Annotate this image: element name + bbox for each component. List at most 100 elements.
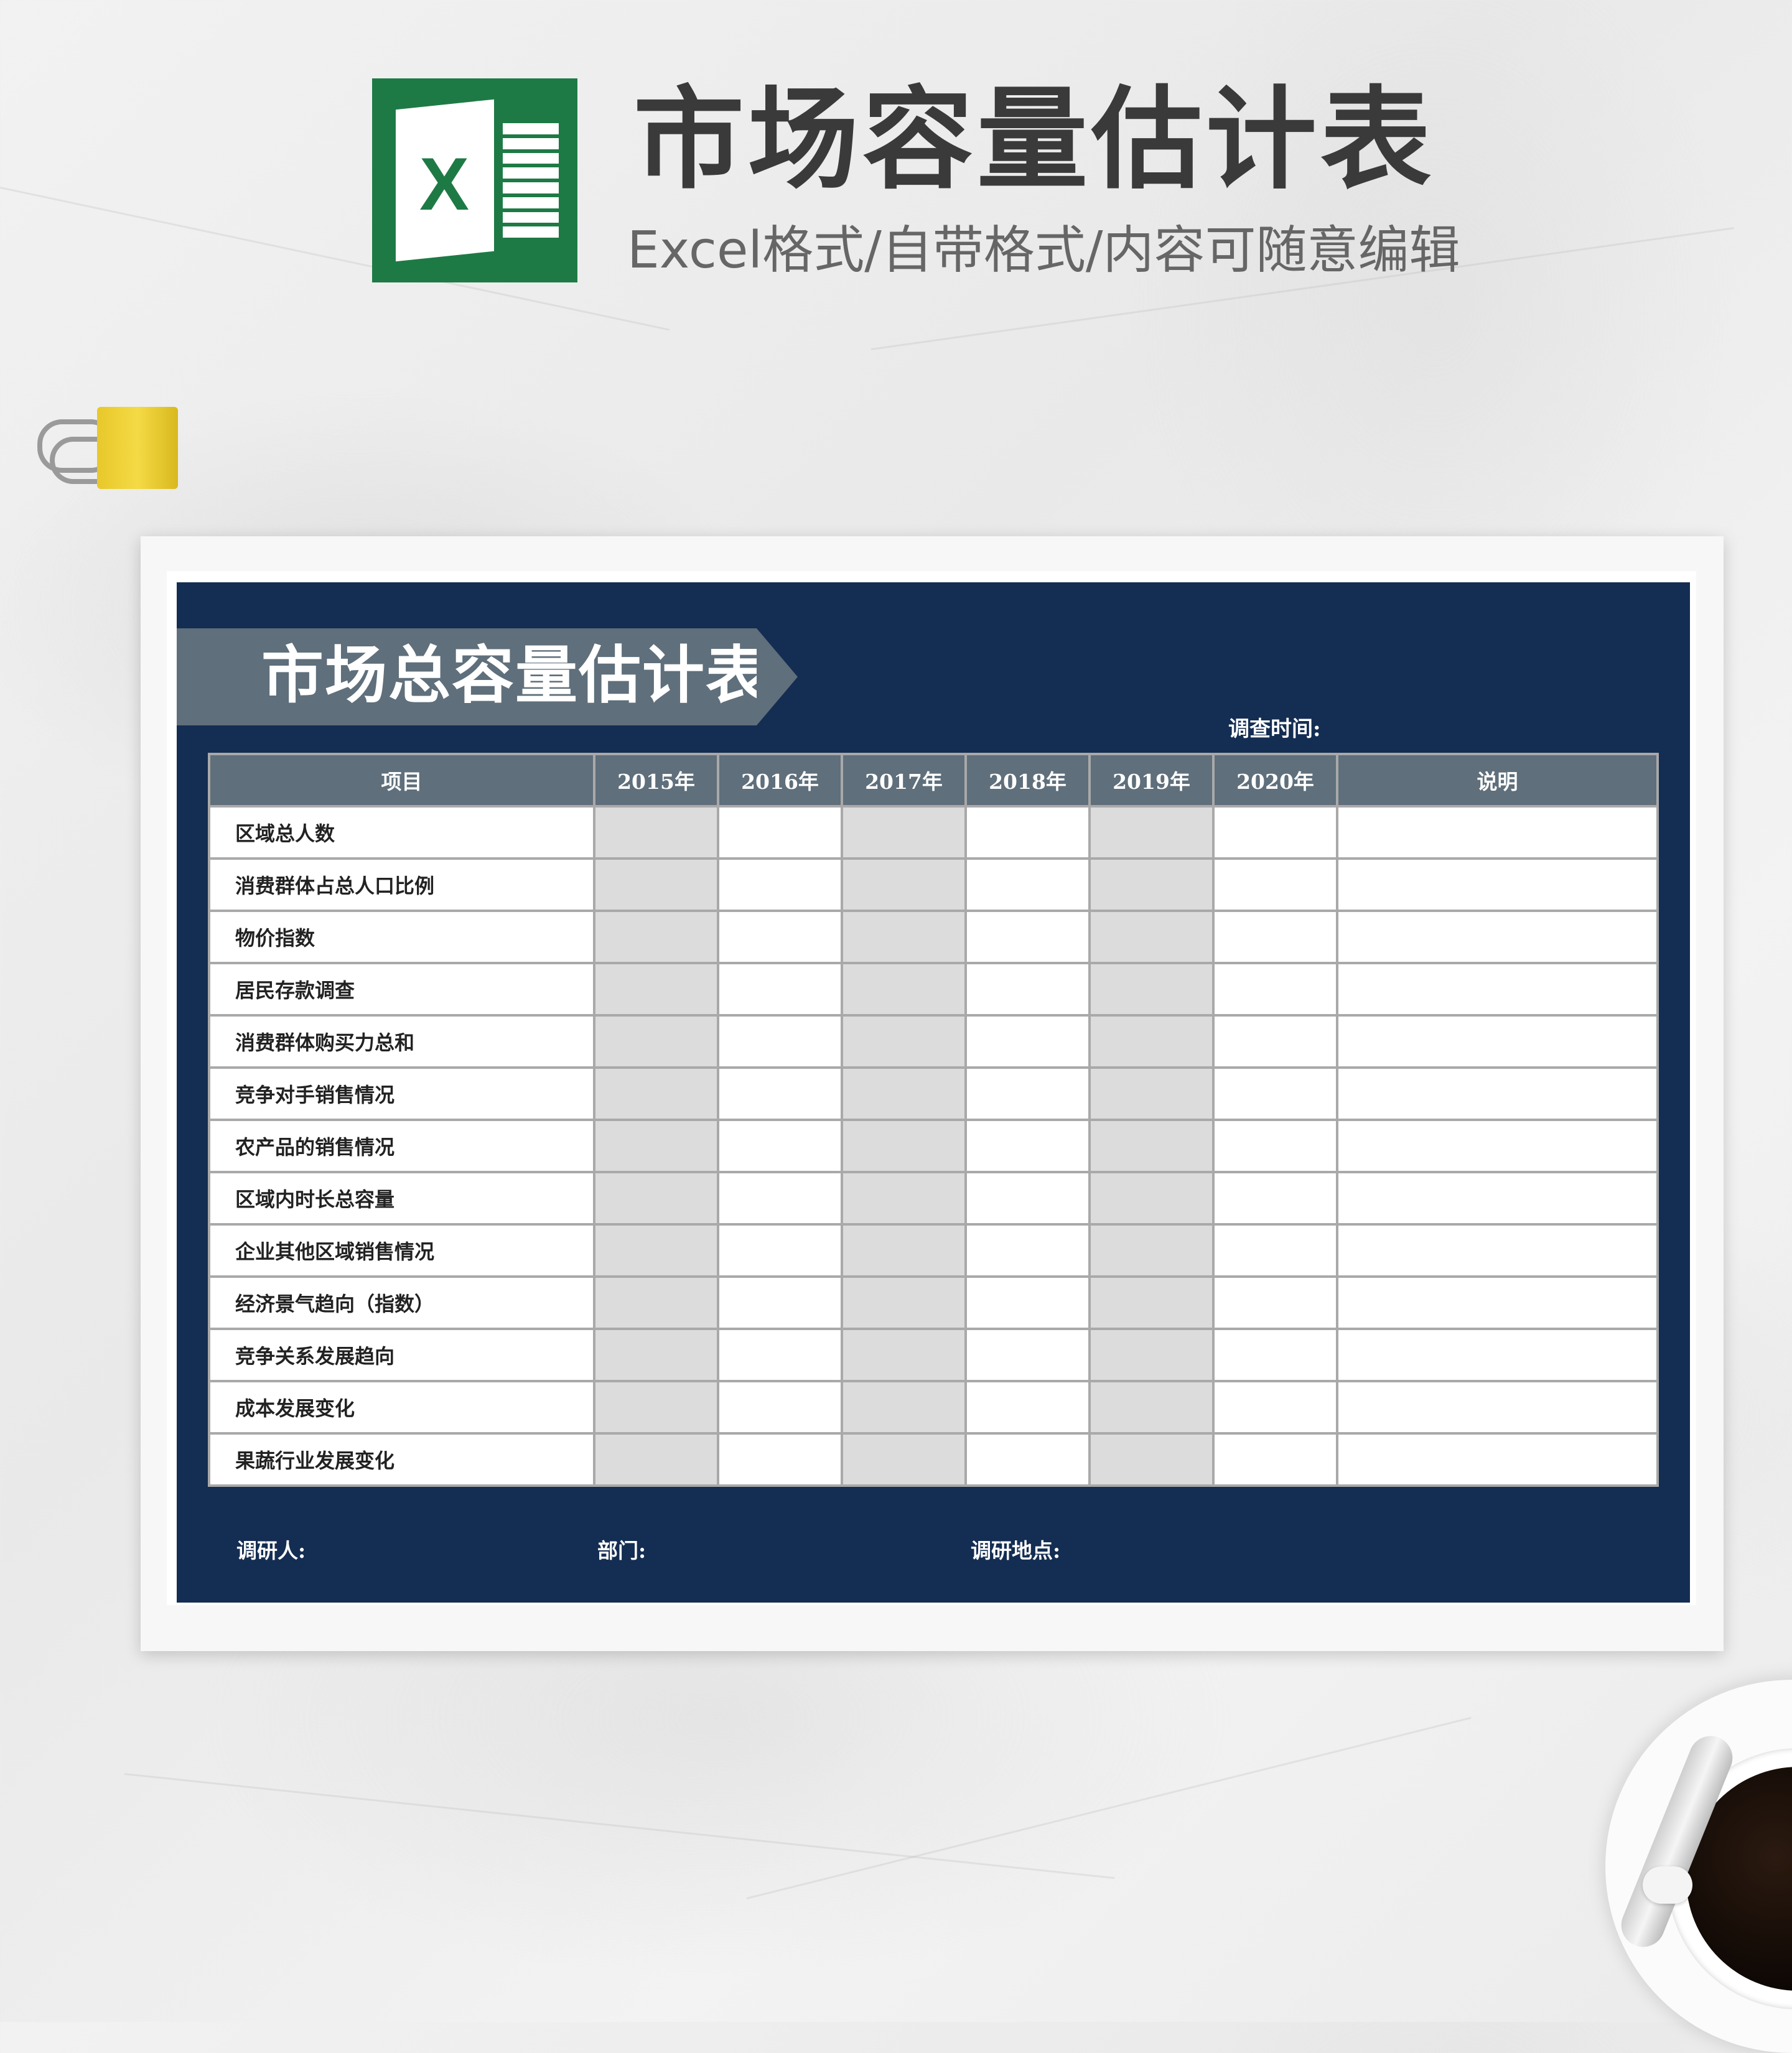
table-cell[interactable] [593,1328,719,1382]
column-header-note: 说明 [1336,753,1659,808]
table-cell[interactable] [841,857,967,912]
table-cell[interactable] [593,805,719,860]
table-row: 物价指数 [208,910,1659,964]
table-cell[interactable] [1088,1223,1215,1278]
table-cell[interactable] [1336,1119,1659,1173]
table-cell[interactable] [1212,805,1338,860]
table-cell[interactable] [593,962,719,1017]
table-cell[interactable] [964,1328,1091,1382]
table-cell[interactable] [964,1223,1091,1278]
table-cell[interactable] [1336,1432,1659,1487]
binder-clip-icon [37,404,178,491]
table-cell[interactable] [964,1171,1091,1226]
table-cell[interactable] [1088,857,1215,912]
table-cell[interactable] [1336,1275,1659,1330]
row-label: 区域总人数 [208,805,595,860]
table-cell[interactable] [841,1380,967,1435]
table-cell[interactable] [964,1432,1091,1487]
table-cell[interactable] [1336,1014,1659,1069]
table-cell[interactable] [841,1014,967,1069]
table-cell[interactable] [593,1014,719,1069]
table-cell[interactable] [1212,1014,1338,1069]
table-cell[interactable] [1336,962,1659,1017]
table-cell[interactable] [717,1275,843,1330]
table-cell[interactable] [1212,1066,1338,1121]
table-cell[interactable] [841,1223,967,1278]
table-cell[interactable] [1088,1380,1215,1435]
table-cell[interactable] [841,1275,967,1330]
table-row: 居民存款调查 [208,962,1659,1017]
table-cell[interactable] [841,805,967,860]
table-cell[interactable] [1088,1432,1215,1487]
table-cell[interactable] [593,1432,719,1487]
table-cell[interactable] [1336,857,1659,912]
table-cell[interactable] [964,805,1091,860]
table-cell[interactable] [841,910,967,964]
table-cell[interactable] [1336,1223,1659,1278]
table-cell[interactable] [964,1380,1091,1435]
table-cell[interactable] [1212,1275,1338,1330]
table-cell[interactable] [1088,1119,1215,1173]
table-cell[interactable] [1336,910,1659,964]
table-cell[interactable] [717,1223,843,1278]
table-cell[interactable] [841,1119,967,1173]
table-cell[interactable] [717,857,843,912]
table-cell[interactable] [1212,1119,1338,1173]
row-label: 成本发展变化 [208,1380,595,1435]
table-cell[interactable] [1212,1380,1338,1435]
sheet-title-banner: 市场总容量估计表 [177,628,798,725]
table-cell[interactable] [1212,857,1338,912]
table-cell[interactable] [1336,805,1659,860]
table-cell[interactable] [964,1066,1091,1121]
table-cell[interactable] [841,1066,967,1121]
table-cell[interactable] [717,1066,843,1121]
table-cell[interactable] [841,962,967,1017]
table-cell[interactable] [1088,962,1215,1017]
table-cell[interactable] [717,1119,843,1173]
table-cell[interactable] [964,1119,1091,1173]
table-cell[interactable] [593,1066,719,1121]
table-cell[interactable] [1336,1066,1659,1121]
table-cell[interactable] [1212,910,1338,964]
table-cell[interactable] [717,1432,843,1487]
table-cell[interactable] [964,962,1091,1017]
table-cell[interactable] [717,1380,843,1435]
table-cell[interactable] [593,910,719,964]
table-cell[interactable] [964,910,1091,964]
table-cell[interactable] [1336,1380,1659,1435]
table-cell[interactable] [717,910,843,964]
table-cell[interactable] [964,1014,1091,1069]
table-cell[interactable] [841,1432,967,1487]
table-cell[interactable] [1336,1328,1659,1382]
table-cell[interactable] [717,1171,843,1226]
table-cell[interactable] [593,1275,719,1330]
table-cell[interactable] [1088,1275,1215,1330]
table-cell[interactable] [964,1275,1091,1330]
table-cell[interactable] [593,857,719,912]
table-cell[interactable] [1088,1171,1215,1226]
table-cell[interactable] [717,1014,843,1069]
table-cell[interactable] [593,1119,719,1173]
table-cell[interactable] [717,962,843,1017]
table-cell[interactable] [1212,1171,1338,1226]
table-cell[interactable] [1336,1171,1659,1226]
table-cell[interactable] [1088,805,1215,860]
table-cell[interactable] [1212,1432,1338,1487]
table-cell[interactable] [841,1328,967,1382]
excel-logo-icon: X [372,78,577,282]
table-cell[interactable] [964,857,1091,912]
table-cell[interactable] [717,1328,843,1382]
table-cell[interactable] [593,1380,719,1435]
table-cell[interactable] [1212,962,1338,1017]
sheet-card-inner: 市场总容量估计表 调查时间: 项目 2015年 2016年 2017年 2018… [167,571,1696,1605]
table-cell[interactable] [593,1171,719,1226]
table-cell[interactable] [593,1223,719,1278]
table-cell[interactable] [1212,1223,1338,1278]
table-cell[interactable] [717,805,843,860]
table-cell[interactable] [1088,1328,1215,1382]
table-cell[interactable] [1212,1328,1338,1382]
table-cell[interactable] [1088,910,1215,964]
table-cell[interactable] [1088,1014,1215,1069]
table-cell[interactable] [1088,1066,1215,1121]
table-cell[interactable] [841,1171,967,1226]
